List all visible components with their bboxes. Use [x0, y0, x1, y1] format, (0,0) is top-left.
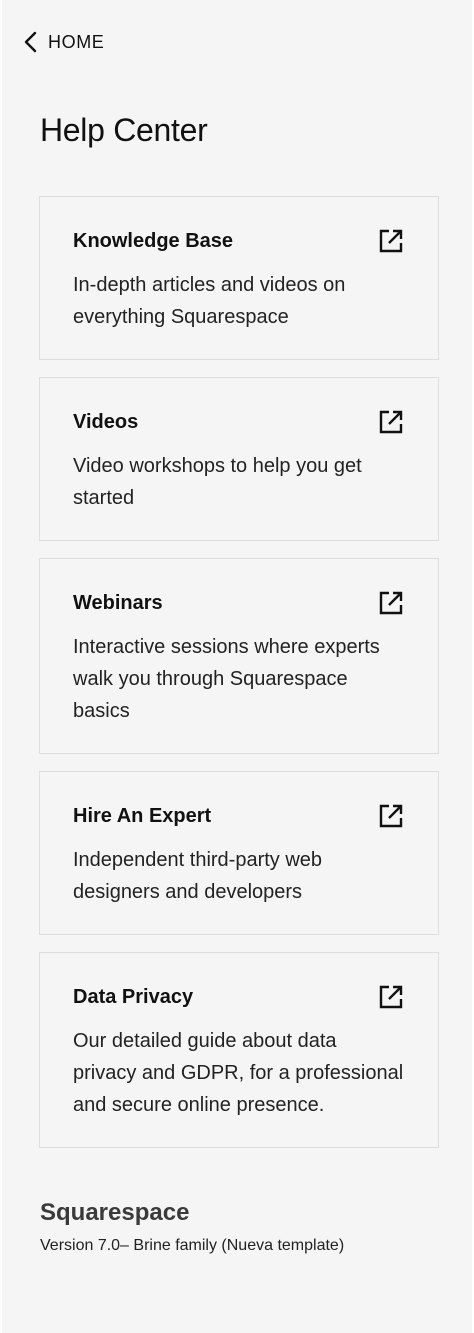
back-label: HOME: [48, 31, 105, 52]
back-to-home-link[interactable]: HOME: [22, 28, 104, 56]
card-description: Interactive sessions where experts walk …: [73, 636, 380, 722]
videos-card[interactable]: Videos Video workshops to help you get s…: [39, 377, 439, 541]
external-link-icon: [379, 229, 403, 253]
card-title: Videos: [73, 411, 139, 433]
card-title: Hire An Expert: [73, 805, 212, 827]
card-title: Data Privacy: [73, 986, 194, 1008]
card-title: Knowledge Base: [73, 230, 234, 252]
footer-version: Version 7.0– Brine family (Nueva templat…: [40, 1237, 345, 1254]
help-center-panel: HOME Help Center Knowledge Base In-depth…: [2, 0, 472, 1333]
page-title: Help Center: [40, 112, 208, 148]
card-description: Video workshops to help you get started: [73, 455, 362, 509]
knowledge-base-card[interactable]: Knowledge Base In-depth articles and vid…: [39, 196, 439, 360]
data-privacy-card[interactable]: Data Privacy Our detailed guide about da…: [39, 952, 439, 1148]
external-link-icon: [379, 985, 403, 1009]
hire-an-expert-card[interactable]: Hire An Expert Independent third-party w…: [39, 771, 439, 935]
help-resources-list: Knowledge Base In-depth articles and vid…: [39, 196, 439, 1165]
card-description: In-depth articles and videos on everythi…: [73, 274, 346, 328]
external-link-icon: [379, 591, 403, 615]
card-description: Our detailed guide about data privacy an…: [73, 1030, 404, 1116]
webinars-card[interactable]: Webinars Interactive sessions where expe…: [39, 558, 439, 754]
external-link-icon: [379, 804, 403, 828]
chevron-left-icon: [22, 30, 40, 54]
footer-brand: Squarespace: [40, 1199, 190, 1226]
external-link-icon: [379, 410, 403, 434]
card-title: Webinars: [73, 592, 163, 614]
card-description: Independent third-party web designers an…: [73, 849, 323, 903]
